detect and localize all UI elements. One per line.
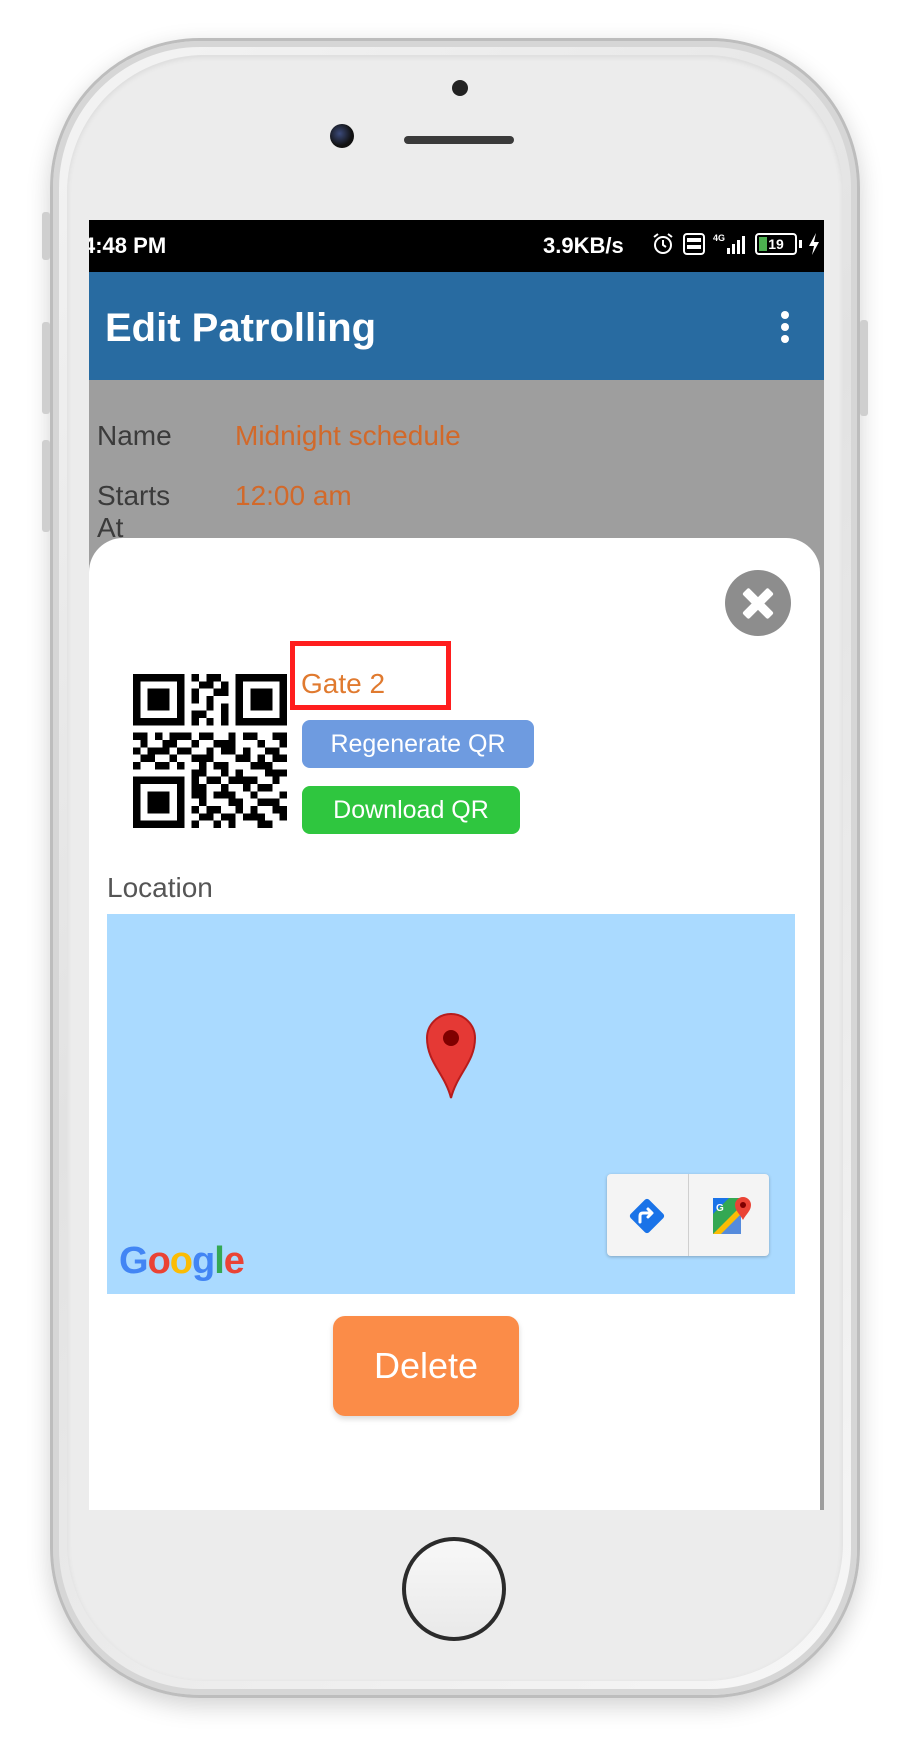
download-qr-button[interactable]: Download QR Code: [302, 786, 520, 872]
side-button-volume-up: [42, 322, 50, 414]
map-marker-icon[interactable]: [423, 1010, 479, 1100]
earpiece-speaker: [404, 136, 514, 144]
side-button-volume-down: [42, 440, 50, 532]
directions-icon[interactable]: [625, 1194, 669, 1238]
svg-text:G: G: [716, 1203, 724, 1214]
status-bar: 4:48 PM 3.9KB/s 4G 19: [89, 220, 824, 272]
battery-percent: 19: [768, 236, 784, 252]
starts-at-label: Starts At: [97, 480, 171, 543]
network-speed: 3.9KB/s: [543, 233, 624, 258]
qr-code-image: [133, 674, 287, 828]
delete-button[interactable]: Delete: [333, 1316, 519, 1416]
alarm-icon: [653, 233, 673, 254]
proximity-sensor: [452, 80, 468, 96]
regenerate-qr-button[interactable]: Regenerate QR Code: [302, 720, 534, 806]
svg-text:4G: 4G: [713, 233, 725, 243]
app-bar: Edit Patrolling: [89, 272, 824, 380]
page-title: Edit Patrolling: [105, 306, 377, 350]
side-button-power: [860, 320, 868, 416]
battery-icon: 19: [755, 233, 797, 255]
toolbar-divider: [688, 1174, 689, 1256]
location-map[interactable]: Google G: [107, 914, 795, 1294]
name-value[interactable]: Midnight schedule: [235, 420, 461, 452]
side-button-mute: [42, 212, 50, 260]
screen: 4:48 PM 3.9KB/s 4G 19 Edit Patrolling Na…: [89, 220, 824, 1510]
google-maps-icon[interactable]: G: [707, 1190, 755, 1238]
name-label: Name: [97, 420, 172, 451]
battery-tip: [799, 240, 802, 248]
location-label: Location: [107, 872, 213, 903]
checkpoint-dialog: Gate 2 Regenerate QR Code Download QR Co…: [89, 538, 820, 1510]
battery-level: [759, 237, 767, 251]
front-camera: [330, 124, 354, 148]
status-time: 4:48 PM: [89, 233, 167, 258]
home-button[interactable]: [402, 1537, 506, 1641]
signal-4g-icon: 4G: [713, 233, 745, 254]
volte-icon: [683, 233, 705, 255]
close-icon[interactable]: [725, 570, 791, 636]
map-toolbar: G: [607, 1174, 769, 1256]
checkpoint-name: Gate 2: [301, 668, 386, 699]
overflow-menu-icon[interactable]: [775, 308, 795, 348]
starts-at-value[interactable]: 12:00 am: [235, 480, 352, 512]
google-logo: Google: [119, 1240, 245, 1282]
charging-icon: [809, 233, 819, 255]
